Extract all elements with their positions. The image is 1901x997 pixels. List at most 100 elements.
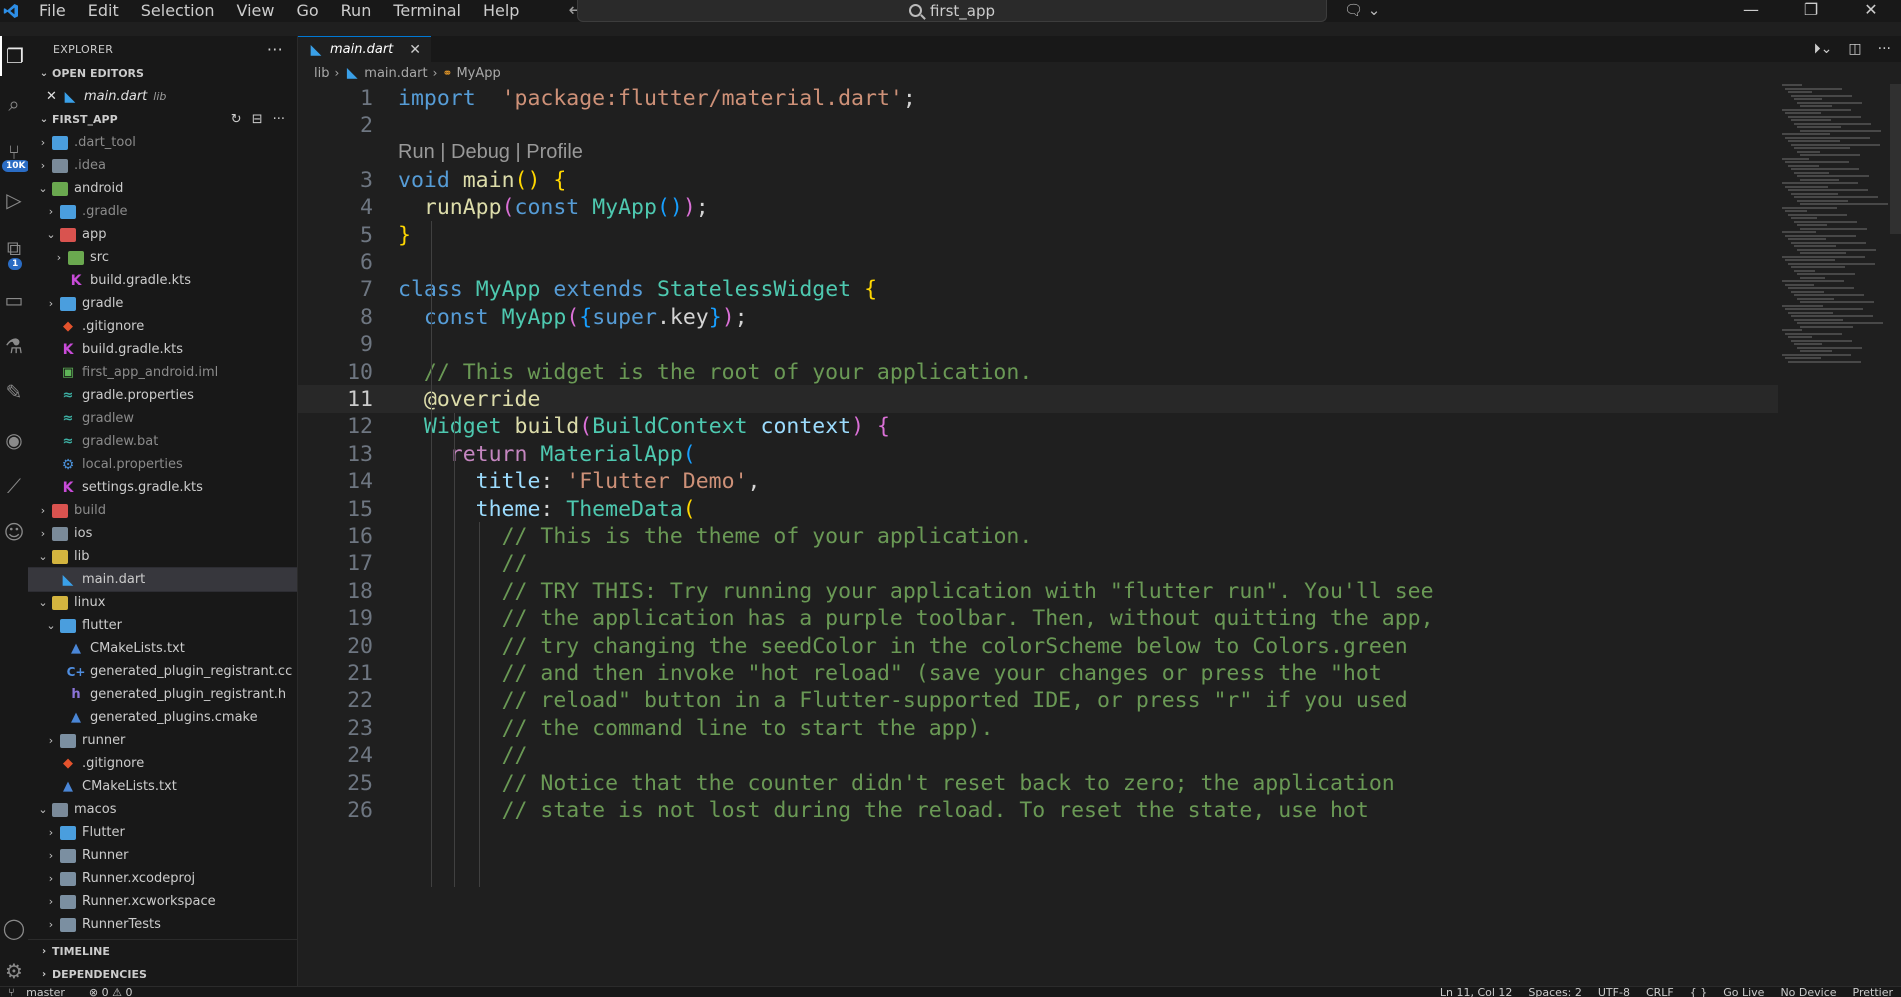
tree-file[interactable]: ◆ .gitignore [28, 752, 297, 775]
code-line[interactable]: 10 // This widget is the root of your ap… [298, 358, 1778, 386]
menu-item-go[interactable]: Go [285, 0, 329, 22]
tree-folder[interactable]: › .gradle [28, 200, 297, 223]
split-editor-icon[interactable]: ◫ [1848, 41, 1861, 57]
run-debug-icon[interactable]: ▷ [0, 180, 28, 220]
pen-icon[interactable]: ✎ [0, 372, 28, 412]
menu-item-terminal[interactable]: Terminal [382, 0, 472, 22]
tree-folder[interactable]: ⌄ lib [28, 545, 297, 568]
tree-folder[interactable]: ⌄ android [28, 177, 297, 200]
code-line[interactable]: 16 // This is the theme of your applicat… [298, 522, 1778, 550]
copilot-icon[interactable]: ☺ [0, 512, 28, 552]
account-icon[interactable]: ◯ [0, 908, 28, 948]
tree-folder[interactable]: › ios [28, 522, 297, 545]
settings-gear-icon[interactable]: ⚙ [0, 956, 28, 986]
tree-folder[interactable]: › Runner [28, 844, 297, 867]
copilot-chat-icon[interactable]: 🗨 ⌄ [1344, 1, 1380, 19]
code-line[interactable]: 6 [298, 248, 1778, 276]
breadcrumb-file[interactable]: main.dart [364, 66, 427, 81]
close-window-button[interactable]: ✕ [1841, 0, 1901, 22]
tree-folder[interactable]: ⌄ flutter [28, 614, 297, 637]
scrollbar-thumb[interactable] [1890, 84, 1901, 234]
code-editor[interactable]: Run | Debug | Profile 1 import 'package:f… [298, 84, 1778, 986]
code-line[interactable]: 7 class MyApp extends StatelessWidget { [298, 276, 1778, 304]
codelens-run-debug-profile[interactable]: Run | Debug | Profile [398, 139, 583, 167]
tree-file[interactable]: Kbuild.gradle.kts [28, 269, 297, 292]
tree-file[interactable]: C+ generated_plugin_registrant.cc [28, 660, 297, 683]
project-section[interactable]: ⌄ FIRST_APP ↻ ⊟ ··· [28, 108, 297, 131]
cursor-position[interactable]: Ln 11, Col 12 [1432, 987, 1521, 997]
code-line[interactable]: 2 [298, 111, 1778, 139]
tree-file[interactable]: ◆ .gitignore [28, 315, 297, 338]
tree-file[interactable]: ⚙ local.properties [28, 453, 297, 476]
eol-status[interactable]: CRLF [1638, 987, 1682, 997]
code-line[interactable]: 5} [298, 221, 1778, 249]
code-line[interactable]: 4 runApp(const MyApp()); [298, 194, 1778, 222]
tree-folder[interactable]: › RunnerTests [28, 913, 297, 936]
code-line[interactable]: 11 @override [298, 385, 1778, 414]
editor-more-icon[interactable]: ··· [1878, 41, 1891, 57]
tree-file[interactable]: ▣ first_app_android.iml [28, 361, 297, 384]
tree-folder[interactable]: ⌄ app [28, 223, 297, 246]
open-editors-section[interactable]: ⌄ OPEN EDITORS [28, 62, 297, 85]
tree-file[interactable]: ≈ gradlew [28, 407, 297, 430]
tree-file[interactable]: ≈ gradlew.bat [28, 430, 297, 453]
tree-folder[interactable]: › build [28, 499, 297, 522]
more-actions-icon[interactable]: ··· [267, 40, 283, 59]
command-center-search[interactable]: first_app [577, 0, 1327, 22]
dependencies-section[interactable]: › DEPENDENCIES [28, 963, 297, 986]
minimize-button[interactable]: — [1721, 0, 1781, 22]
prettier-status[interactable]: Prettier [1845, 987, 1901, 997]
tree-file[interactable]: ≈ gradle.properties [28, 384, 297, 407]
code-line[interactable]: 17 // [298, 550, 1778, 578]
run-debug-dropdown-icon[interactable]: ⏵⌄ [1814, 41, 1833, 57]
tab-close-icon[interactable]: ✕ [409, 42, 421, 58]
tree-folder[interactable]: › gradle [28, 292, 297, 315]
tree-folder[interactable]: › Runner.xcodeproj [28, 867, 297, 890]
code-line[interactable]: 23 // the command line to start the app)… [298, 714, 1778, 742]
tree-folder[interactable]: ⌄ macos [28, 798, 297, 821]
problems-status[interactable]: ⊗ 0 ⚠ 0 [81, 987, 141, 997]
code-line[interactable]: 20 // try changing the seedColor in the … [298, 632, 1778, 660]
code-line[interactable]: 9 [298, 331, 1778, 359]
code-line[interactable]: 8 const MyApp({super.key}); [298, 303, 1778, 331]
code-line[interactable]: 25 // Notice that the counter didn't res… [298, 769, 1778, 797]
vertical-scrollbar[interactable] [1890, 84, 1901, 984]
tree-folder[interactable]: › Flutter [28, 821, 297, 844]
tree-folder[interactable]: › src [28, 246, 297, 269]
menu-item-run[interactable]: Run [330, 0, 383, 22]
tree-file[interactable]: ▲ CMakeLists.txt [28, 775, 297, 798]
more-icon[interactable]: ··· [273, 112, 285, 127]
menu-item-file[interactable]: File [28, 0, 77, 22]
code-line[interactable]: 22 // reload" button in a Flutter-suppor… [298, 687, 1778, 715]
code-line[interactable]: 15 theme: ThemeData( [298, 495, 1778, 523]
close-icon[interactable]: ✕ [46, 89, 62, 104]
search-view-icon[interactable]: ⌕ [0, 84, 28, 124]
code-line[interactable]: 26 // state is not lost during the reloa… [298, 796, 1778, 824]
tree-folder[interactable]: › .dart_tool [28, 131, 297, 154]
minimap[interactable] [1778, 84, 1888, 384]
testing-icon[interactable]: ⚗ [0, 326, 28, 366]
flutter-icon[interactable]: ⟋ [0, 466, 28, 506]
tree-file[interactable]: Ksettings.gradle.kts [28, 476, 297, 499]
restore-button[interactable]: ❐ [1781, 0, 1841, 22]
branch-status[interactable]: ⑂ master [0, 987, 81, 997]
preview-icon[interactable]: ◉ [0, 420, 28, 460]
remote-explorer-icon[interactable]: ▭ [0, 280, 28, 320]
breadcrumb-folder[interactable]: lib [314, 66, 329, 81]
go-live-status[interactable]: Go Live [1715, 987, 1772, 997]
code-line[interactable]: 14 title: 'Flutter Demo', [298, 468, 1778, 496]
tree-file[interactable]: h generated_plugin_registrant.h [28, 683, 297, 706]
code-line[interactable]: 12 Widget build(BuildContext context) { [298, 413, 1778, 441]
tree-folder[interactable]: › Runner.xcworkspace [28, 890, 297, 913]
code-line[interactable]: 24 // [298, 742, 1778, 770]
code-line[interactable]: 1 import 'package:flutter/material.dart'; [298, 84, 1778, 112]
menu-item-view[interactable]: View [226, 0, 286, 22]
menu-item-edit[interactable]: Edit [77, 0, 130, 22]
refresh-icon[interactable]: ↻ [231, 112, 242, 127]
indentation-status[interactable]: Spaces: 2 [1520, 987, 1589, 997]
device-status[interactable]: No Device [1772, 987, 1844, 997]
timeline-section[interactable]: › TIMELINE [28, 940, 297, 963]
encoding-status[interactable]: UTF-8 [1590, 987, 1638, 997]
collapse-all-icon[interactable]: ⊟ [252, 112, 263, 127]
code-line[interactable]: 21 // and then invoke "hot reload" (save… [298, 659, 1778, 687]
